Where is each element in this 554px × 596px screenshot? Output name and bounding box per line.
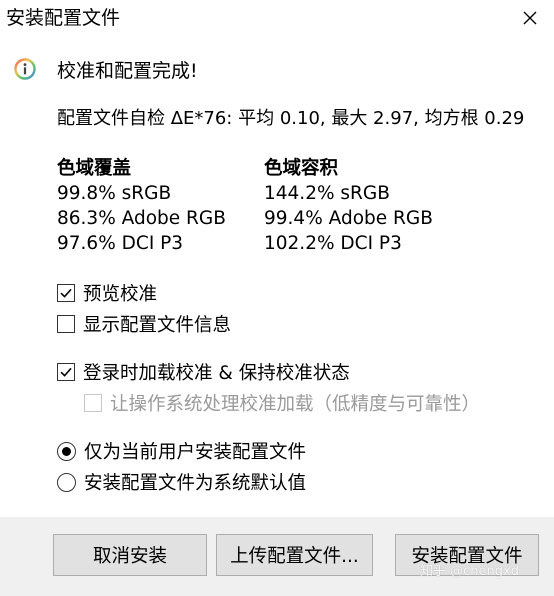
install-profile-dialog: 安装配置文件 校准和配置完成! 配置文件自检 ΔE*76: 平均 0.10, 最… [0, 0, 554, 596]
gamut-coverage-item: 99.8% sRGB [57, 183, 172, 204]
load-on-login-label: 登录时加载校准 & 保持校准状态 [83, 363, 350, 384]
preview-calibration-label: 预览校准 [83, 284, 158, 305]
gamut-volume-item: 99.4% Adobe RGB [264, 208, 433, 229]
info-icon [14, 58, 36, 80]
install-current-user-label: 仅为当前用户安装配置文件 [84, 442, 307, 463]
load-on-login-option[interactable]: 登录时加载校准 & 保持校准状态 [57, 360, 350, 384]
window-title: 安装配置文件 [6, 7, 121, 29]
gamut-volume-item: 102.2% DCI P3 [264, 233, 402, 254]
install-system-default-option[interactable]: 安装配置文件为系统默认值 [57, 470, 306, 494]
close-icon [523, 11, 537, 25]
status-row: 校准和配置完成! [14, 56, 198, 82]
install-system-default-radio[interactable] [57, 472, 76, 492]
install-current-user-radio[interactable] [57, 441, 76, 461]
load-on-login-checkbox[interactable] [57, 363, 75, 381]
show-profile-info-label: 显示配置文件信息 [83, 315, 232, 336]
title-bar: 安装配置文件 [0, 0, 554, 36]
status-message: 校准和配置完成! [57, 59, 198, 82]
os-load-calibration-option: 让操作系统处理校准加载（低精度与可靠性） [84, 391, 480, 415]
checkmark-icon [60, 288, 72, 298]
profile-self-check: 配置文件自检 ΔE*76: 平均 0.10, 最大 2.97, 均方根 0.29 [57, 108, 525, 129]
install-current-user-option[interactable]: 仅为当前用户安装配置文件 [57, 439, 306, 463]
gamut-volume: 色域容积 144.2% sRGB 99.4% Adobe RGB 102.2% … [264, 156, 433, 256]
gamut-volume-item: 144.2% sRGB [264, 183, 390, 204]
os-load-calibration-label: 让操作系统处理校准加载（低精度与可靠性） [110, 394, 481, 415]
gamut-coverage-heading: 色域覆盖 [57, 158, 132, 179]
preview-calibration-option[interactable]: 预览校准 [57, 281, 157, 305]
os-load-calibration-checkbox [84, 394, 102, 412]
gamut-volume-heading: 色域容积 [264, 158, 339, 179]
radio-selected-dot [62, 446, 71, 456]
checkmark-icon [60, 367, 72, 377]
show-profile-info-option[interactable]: 显示配置文件信息 [57, 312, 231, 336]
dialog-footer: 取消安装 上传配置文件... 安装配置文件 [0, 517, 554, 596]
watermark: 知乎 @chengxd [420, 564, 519, 579]
cancel-install-button[interactable]: 取消安装 [53, 534, 207, 576]
gamut-coverage: 色域覆盖 99.8% sRGB 86.3% Adobe RGB 97.6% DC… [57, 156, 226, 256]
install-system-default-label: 安装配置文件为系统默认值 [84, 473, 307, 494]
upload-profile-button[interactable]: 上传配置文件... [216, 534, 373, 576]
gamut-coverage-item: 86.3% Adobe RGB [57, 208, 226, 229]
close-button[interactable] [518, 6, 542, 30]
preview-calibration-checkbox[interactable] [57, 284, 75, 302]
gamut-coverage-item: 97.6% DCI P3 [57, 233, 184, 254]
show-profile-info-checkbox[interactable] [57, 315, 75, 333]
